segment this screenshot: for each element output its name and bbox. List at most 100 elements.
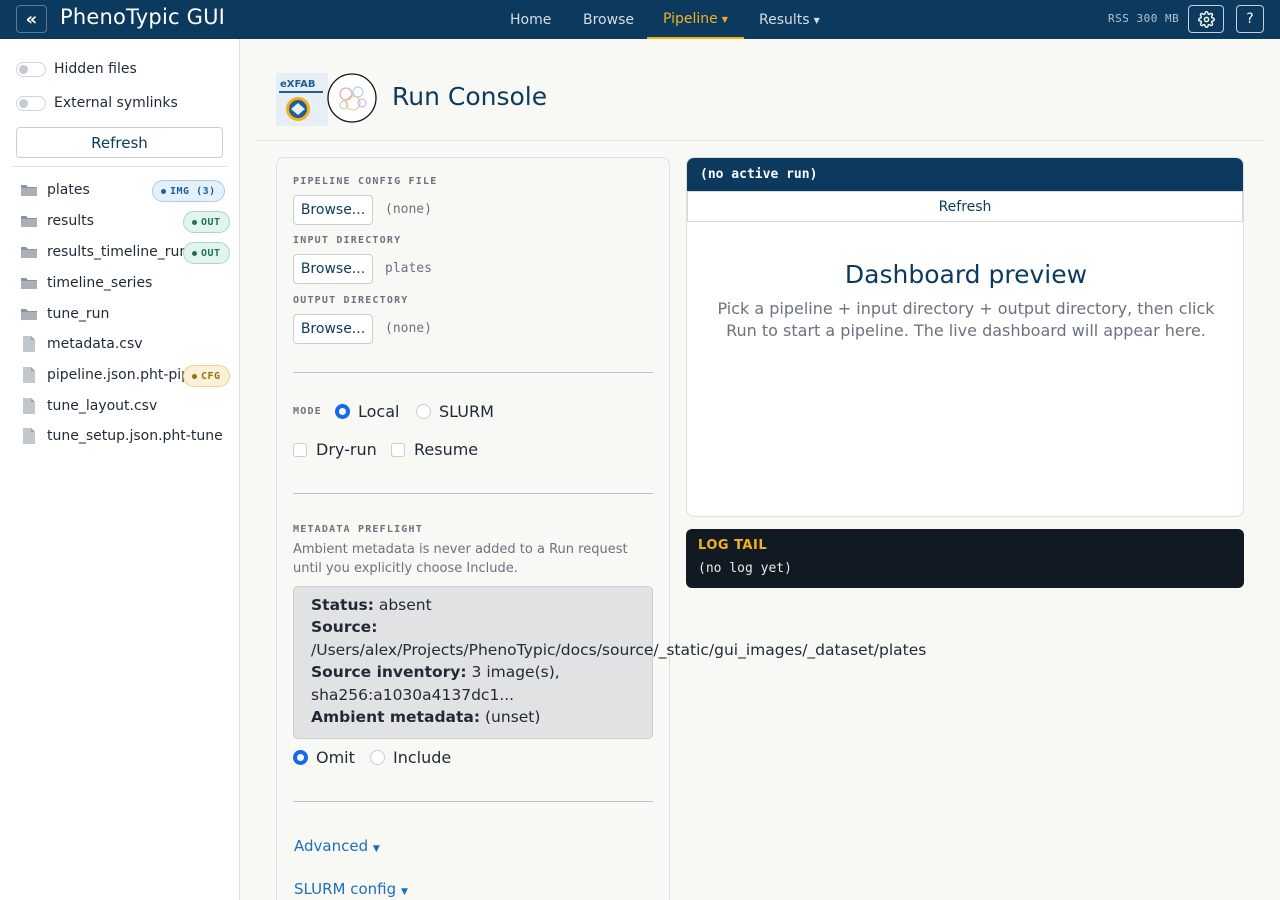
file-item-tune-run[interactable]: tune_run xyxy=(20,303,239,325)
nav-pipeline[interactable]: Pipeline ▼ xyxy=(647,0,744,39)
pipeline-config-value: (none) xyxy=(385,202,432,217)
metadata-source-key-line: Source: xyxy=(311,618,377,636)
folder-icon xyxy=(21,216,37,227)
caret-down-icon: ▼ xyxy=(372,844,380,854)
file-item-timeline-series[interactable]: timeline_series xyxy=(20,272,239,294)
browse-pipeline-config-button[interactable]: Browse... xyxy=(293,195,373,225)
nav-browse-label: Browse xyxy=(583,11,634,28)
inventory-key: Source inventory: xyxy=(311,663,467,681)
main-content: eXFAB Run Console PIPELINE CONFIG FILE B… xyxy=(240,39,1280,900)
badge-label: IMG (3) xyxy=(170,185,216,197)
log-tail-title: LOG TAIL xyxy=(698,538,768,553)
metadata-include-radio[interactable]: Include xyxy=(370,748,451,767)
file-icon xyxy=(23,336,35,352)
resume-checkbox[interactable]: Resume xyxy=(391,440,478,459)
metadata-omit-radio[interactable]: Omit xyxy=(293,748,355,767)
nav-home-label: Home xyxy=(510,11,552,28)
hidden-files-toggle[interactable]: Hidden files xyxy=(16,61,137,77)
help-button[interactable]: ? xyxy=(1236,5,1264,33)
pipeline-config-label: PIPELINE CONFIG FILE xyxy=(293,176,438,187)
badge-label: OUT xyxy=(201,216,221,228)
mode-slurm-radio[interactable]: SLURM xyxy=(416,402,494,421)
output-directory-value: (none) xyxy=(385,321,432,336)
section-divider xyxy=(293,493,653,494)
checkbox-box[interactable] xyxy=(391,442,405,457)
checkbox-box[interactable] xyxy=(293,442,307,457)
file-icon xyxy=(23,398,35,414)
file-item-tune-layout-csv[interactable]: tune_layout.csv xyxy=(20,395,239,417)
badge-dot-icon xyxy=(161,188,166,194)
dry-run-checkbox[interactable]: Dry-run xyxy=(293,440,377,459)
input-directory-label: INPUT DIRECTORY xyxy=(293,235,402,246)
settings-button[interactable] xyxy=(1188,5,1224,33)
hidden-files-label: Hidden files xyxy=(54,61,137,77)
radio-selected-icon xyxy=(293,750,308,765)
folder-icon xyxy=(21,185,37,196)
nav-browse[interactable]: Browse xyxy=(583,0,634,39)
section-divider xyxy=(293,801,653,802)
file-icon xyxy=(23,428,35,444)
file-name: results xyxy=(47,213,94,229)
file-name: tune_setup.json.pht-tune xyxy=(47,428,223,444)
input-directory-value: plates xyxy=(385,261,432,276)
mode-label: MODE xyxy=(293,406,322,417)
badge-dot-icon xyxy=(192,373,197,379)
advanced-toggle[interactable]: Advanced ▼ xyxy=(294,837,380,855)
metadata-status-box: Status: absent Source: /Users/alex/Proje… xyxy=(293,586,926,739)
mode-slurm-label: SLURM xyxy=(439,402,494,421)
nav-results[interactable]: Results ▼ xyxy=(759,0,820,39)
folder-icon xyxy=(21,309,37,320)
sidebar-divider xyxy=(12,166,227,167)
external-symlinks-toggle[interactable]: External symlinks xyxy=(16,95,178,111)
run-status-header: (no active run) xyxy=(687,158,1243,191)
file-item-results[interactable]: results OUT xyxy=(20,210,239,233)
help-label: ? xyxy=(1246,11,1254,27)
log-tail-panel: LOG TAIL (no log yet) xyxy=(686,529,1244,588)
file-item-metadata-csv[interactable]: metadata.csv xyxy=(20,333,239,355)
run-refresh-button[interactable]: Refresh xyxy=(687,191,1243,222)
browse-input-directory-button[interactable]: Browse... xyxy=(293,254,373,284)
metadata-source-value: /Users/alex/Projects/PhenoTypic/docs/sou… xyxy=(311,641,927,659)
run-dashboard-panel: (no active run) Refresh Dashboard previe… xyxy=(686,157,1244,517)
run-config-panel: PIPELINE CONFIG FILE Browse... (none) IN… xyxy=(276,157,926,900)
browse-output-directory-button[interactable]: Browse... xyxy=(293,314,373,344)
file-name: tune_run xyxy=(47,306,110,322)
resume-label: Resume xyxy=(414,440,479,459)
file-item-tune-setup-json-pht-tune[interactable]: tune_setup.json.pht-tune xyxy=(20,425,239,447)
file-item-plates[interactable]: plates IMG (3) xyxy=(20,179,239,202)
mode-local-label: Local xyxy=(358,402,400,421)
header-divider xyxy=(256,140,1264,141)
sidebar-refresh-button[interactable]: Refresh xyxy=(16,127,223,158)
log-tail-body: (no log yet) xyxy=(698,561,792,576)
collapse-sidebar-button[interactable]: « xyxy=(16,5,47,33)
file-item-results-timeline-run[interactable]: results_timeline_run OUT xyxy=(20,241,239,264)
ambient-value: (unset) xyxy=(485,708,541,726)
dashboard-description: Pick a pipeline + input directory + outp… xyxy=(717,299,1215,340)
toggle-switch[interactable] xyxy=(16,61,46,77)
metadata-description: Ambient metadata is never added to a Run… xyxy=(293,542,628,576)
file-name: timeline_series xyxy=(47,275,153,291)
toggle-switch[interactable] xyxy=(16,95,46,111)
status-key: Status: xyxy=(311,596,374,614)
badge-label: OUT xyxy=(201,247,221,259)
slurm-config-toggle[interactable]: SLURM config ▼ xyxy=(294,880,408,898)
output-directory-label: OUTPUT DIRECTORY xyxy=(293,295,409,306)
radio-unselected-icon xyxy=(370,750,385,765)
include-label: Include xyxy=(393,748,452,767)
caret-down-icon: ▼ xyxy=(400,887,408,897)
file-name: tune_layout.csv xyxy=(47,398,158,414)
external-symlinks-label: External symlinks xyxy=(54,95,178,111)
file-item-pipeline-json-pht-pipe[interactable]: pipeline.json.pht-pipe CFG xyxy=(20,364,239,387)
badge-dot-icon xyxy=(192,219,197,225)
double-chevron-left-icon: « xyxy=(25,8,38,30)
caret-down-icon: ▼ xyxy=(813,16,820,25)
mode-local-radio[interactable]: Local xyxy=(335,402,399,421)
nav-home[interactable]: Home xyxy=(510,0,551,39)
rss-memory-readout: RSS 300 MB xyxy=(1108,12,1180,25)
gear-icon xyxy=(1197,10,1215,28)
metadata-ambient-line: Ambient metadata: (unset) xyxy=(311,708,540,726)
nav-pipeline-label: Pipeline xyxy=(663,10,718,27)
advanced-label: Advanced xyxy=(294,837,369,855)
out-badge: OUT xyxy=(183,242,230,264)
page-title: Run Console xyxy=(392,82,548,111)
